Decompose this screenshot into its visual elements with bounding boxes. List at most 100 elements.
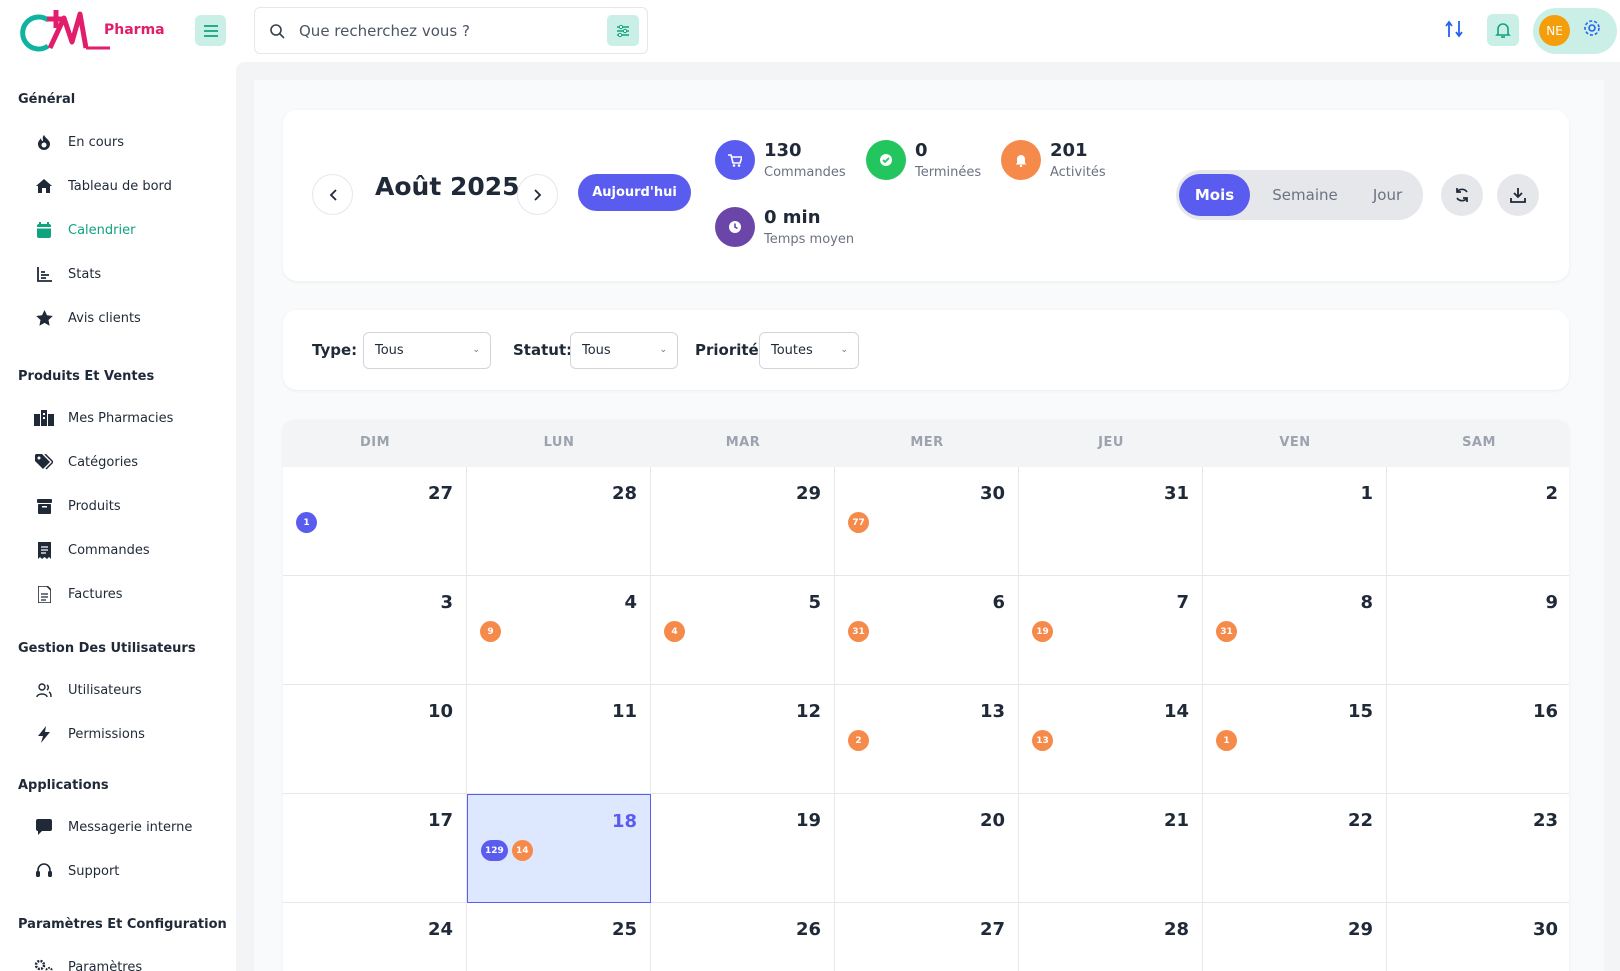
sidebar-item-avis-clients[interactable]: Avis clients [32,306,141,330]
calendar-day-cell[interactable]: 21 [1019,794,1203,903]
stat-commandes-label: Commandes [764,165,846,180]
calendar-day-cell[interactable]: 27 1 [283,467,467,576]
sidebar-item-tableau-de-bord[interactable]: Tableau de bord [32,174,172,198]
sidebar-item-support[interactable]: Support [32,859,119,883]
calendar-day-cell[interactable]: 14 13 [1019,685,1203,794]
sidebar-item-en-cours[interactable]: En cours [32,130,124,154]
today-button[interactable]: Aujourd'hui [578,174,691,211]
sidebar-item-factures[interactable]: Factures [32,582,123,606]
sidebar-item-parametres[interactable]: Paramètres [32,955,142,971]
activites-count-badge[interactable]: 13 [1032,730,1053,751]
sidebar-item-calendrier[interactable]: Calendrier [32,218,135,242]
headset-icon [36,863,52,877]
notifications-button[interactable] [1487,14,1519,46]
calendar-day-cell[interactable]: 24 [283,903,467,971]
search-input[interactable]: Que recherchez vous ? [299,22,470,40]
search-bar[interactable]: Que recherchez vous ? [254,7,648,54]
commandes-count-badge[interactable]: 1 [296,512,317,533]
sliders-icon [617,24,629,37]
activites-count-badge[interactable]: 19 [1032,621,1053,642]
activites-count-badge[interactable]: 14 [511,840,533,861]
invoice-icon [37,585,51,603]
calendar-day-cell[interactable]: 20 [835,794,1019,903]
activites-count-badge[interactable]: 31 [1216,621,1237,642]
weekday-label: VEN [1279,435,1311,450]
commandes-count-badge[interactable]: 129 [481,840,508,861]
switch-arrows-icon[interactable] [1445,19,1463,39]
calendar-day-cell[interactable]: 30 77 [835,467,1019,576]
calendar-day-cell[interactable]: 12 [651,685,835,794]
calendar-day-cell[interactable]: 9 [1387,576,1569,685]
sidebar-item-mes-pharmacies[interactable]: Mes Pharmacies [32,406,173,430]
gear-icon[interactable] [1583,19,1601,37]
calendar-day-cell[interactable]: 25 [467,903,651,971]
status-select[interactable]: Tous ⌄ [570,332,678,369]
activites-count-badge[interactable]: 31 [848,621,869,642]
download-button[interactable] [1497,174,1539,216]
event-badges: 129 14 [481,840,533,861]
search-filter-button[interactable] [607,15,639,46]
activites-count-badge[interactable]: 1 [1216,730,1237,751]
activites-count-badge[interactable]: 9 [480,621,501,642]
sidebar-item-label: En cours [68,134,125,150]
sidebar-item-messagerie[interactable]: Messagerie interne [32,815,192,839]
calendar-day-cell[interactable]: 49 [467,576,651,685]
avatar[interactable]: NE [1539,15,1570,46]
sidebar-item-stats[interactable]: Stats [32,262,101,286]
calendar-day-cell[interactable]: 15 1 [1203,685,1387,794]
calendar-day-cell[interactable]: 28 [467,467,651,576]
type-select[interactable]: Tous ⌄ [363,332,491,369]
calendar-day-cell[interactable]: 26 [651,903,835,971]
calendar-day-cell[interactable]: 27 [835,903,1019,971]
activites-count-badge[interactable]: 4 [664,621,685,642]
calendar-day-cell[interactable]: 16 [1387,685,1569,794]
calendar-day-cell[interactable]: 7 19 [1019,576,1203,685]
refresh-button[interactable] [1441,174,1483,216]
day-number: 28 [611,483,637,504]
calendar-day-cell[interactable]: 2 [1387,467,1569,576]
calendar-day-cell[interactable]: 23 [1387,794,1569,903]
calendar-day-cell[interactable]: 17 [283,794,467,903]
sidebar-item-produits[interactable]: Produits [32,494,121,518]
calendar-day-cell[interactable]: 8 31 [1203,576,1387,685]
calendar-day-cell[interactable]: 10 [283,685,467,794]
sidebar-item-categories[interactable]: Catégories [32,450,138,474]
calendar-day-cell[interactable]: 22 [1203,794,1387,903]
prev-month-button[interactable] [312,174,353,215]
calendar-day-cell[interactable]: 11 [467,685,651,794]
activites-count-badge[interactable]: 77 [848,512,869,533]
sidebar-item-label: Stats [68,266,102,282]
view-semaine-button[interactable]: Semaine [1256,174,1354,216]
next-month-button[interactable] [517,174,558,215]
filters-card: Type: Tous ⌄ Statut: Tous ⌄ Priorité: To… [283,310,1569,390]
user-menu[interactable]: NE [1533,8,1617,54]
calendar-day-cell[interactable]: 1 [1203,467,1387,576]
calendar-day-cell[interactable]: 28 [1019,903,1203,971]
calendar-day-cell[interactable]: 19 [651,794,835,903]
weekday-label: MAR [725,435,761,450]
month-title: Août 2025 [375,172,520,201]
view-mois-button[interactable]: Mois [1179,174,1250,216]
calendar-day-cell-today[interactable]: 18 129 14 [467,794,651,903]
priority-select[interactable]: Toutes ⌄ [759,332,859,369]
chevron-right-icon [533,188,541,201]
menu-toggle-button[interactable] [195,15,226,46]
app-logo[interactable]: Pharma [20,6,165,56]
activites-count-badge[interactable]: 2 [848,730,869,751]
calendar-day-cell[interactable]: 13 2 [835,685,1019,794]
sidebar-item-utilisateurs[interactable]: Utilisateurs [32,678,142,702]
calendar-day-cell[interactable]: 31 [1019,467,1203,576]
stat-activites-label: Activités [1050,165,1106,180]
calendar-day-cell[interactable]: 30 [1387,903,1569,971]
day-number: 8 [1360,592,1373,613]
calendar-day-cell[interactable]: 29 [1203,903,1387,971]
sidebar-item-commandes[interactable]: Commandes [32,538,150,562]
view-jour-button[interactable]: Jour [1356,174,1419,216]
calendar-day-cell[interactable]: 6 31 [835,576,1019,685]
calendar-header-card: Août 2025 Aujourd'hui 130 Commandes 0 Te… [283,110,1569,281]
sidebar-item-label: Messagerie interne [68,819,193,835]
calendar-day-cell[interactable]: 3 [283,576,467,685]
calendar-day-cell[interactable]: 54 [651,576,835,685]
calendar-day-cell[interactable]: 29 [651,467,835,576]
sidebar-item-permissions[interactable]: Permissions [32,722,145,746]
